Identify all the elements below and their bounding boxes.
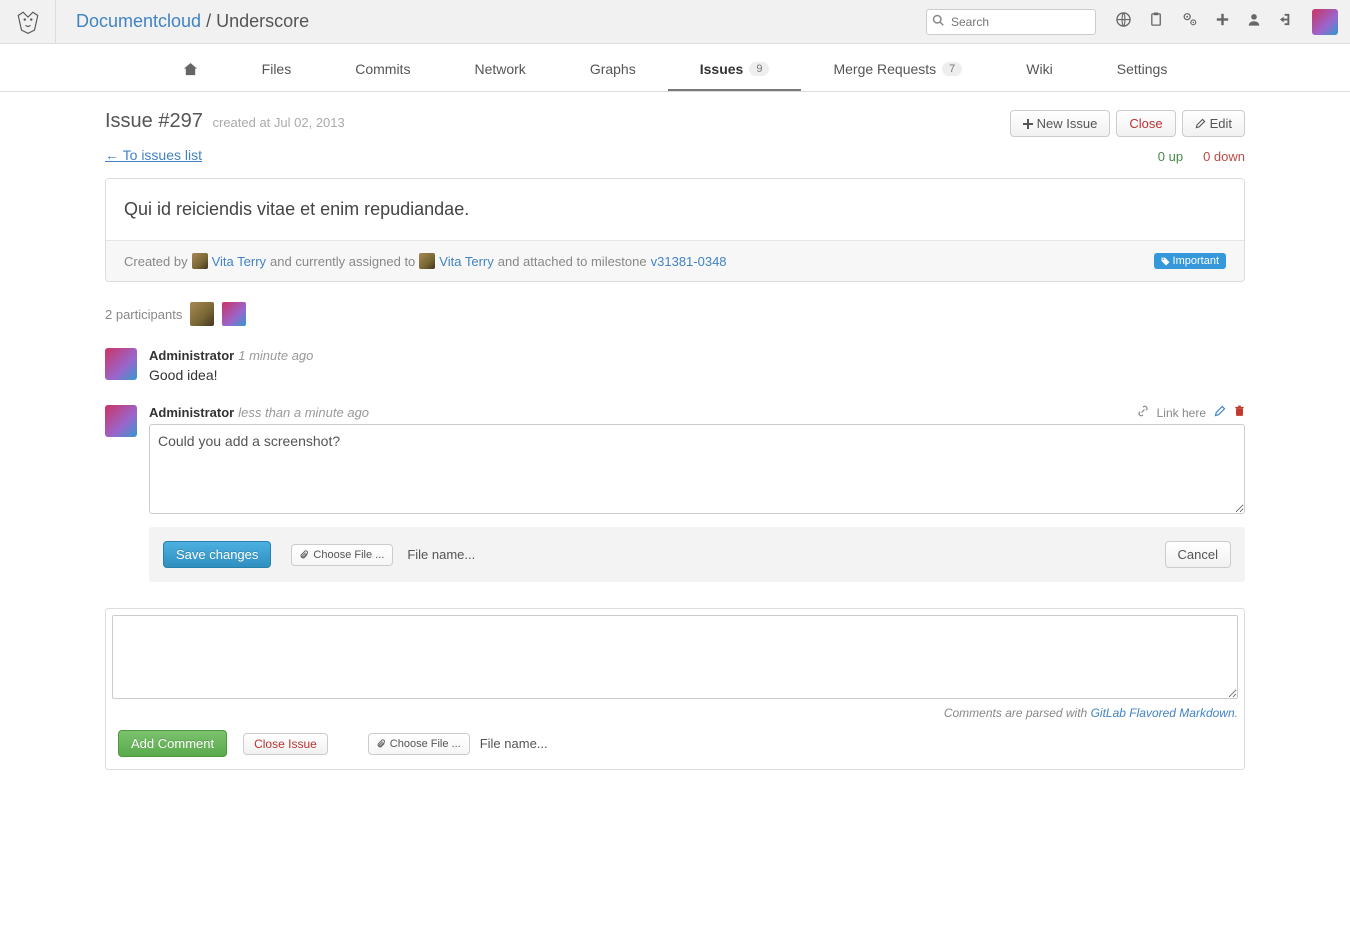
tanuki-icon	[15, 9, 41, 35]
topbar: Documentcloud / Underscore	[0, 0, 1350, 44]
tab-settings[interactable]: Settings	[1085, 61, 1200, 91]
note-avatar	[105, 405, 137, 437]
note-time: 1 minute ago	[238, 348, 313, 363]
issue-subheader: Created by Vita Terry and currently assi…	[106, 240, 1244, 281]
cogs-icon[interactable]	[1182, 12, 1198, 31]
tab-issues[interactable]: Issues 9	[668, 61, 802, 91]
clipboard-icon[interactable]	[1149, 12, 1164, 31]
issue-box: Qui id reiciendis vitae et enim repudian…	[105, 178, 1245, 282]
participants-label: 2 participants	[105, 307, 182, 322]
issue-author[interactable]: Vita Terry	[212, 254, 266, 269]
user-icon[interactable]	[1247, 12, 1261, 31]
edit-action-bar: Save changes Choose File ... File name..…	[149, 527, 1245, 582]
author-avatar	[192, 253, 208, 269]
paperclip-icon	[300, 550, 309, 560]
issue-tag: Important	[1154, 253, 1226, 269]
close-button[interactable]: Close	[1116, 110, 1175, 137]
navbar: Files Commits Network Graphs Issues 9 Me…	[0, 44, 1350, 92]
close-issue-button[interactable]: Close Issue	[243, 733, 328, 755]
link-icon[interactable]	[1137, 405, 1149, 420]
avatar[interactable]	[1312, 9, 1338, 35]
tab-network[interactable]: Network	[442, 61, 557, 91]
link-here[interactable]: Link here	[1157, 406, 1206, 420]
paperclip-icon	[377, 739, 386, 749]
trash-icon[interactable]	[1234, 405, 1245, 420]
search-box	[926, 9, 1096, 35]
note: Administrator 1 minute ago Good idea!	[105, 348, 1245, 383]
globe-icon[interactable]	[1116, 12, 1131, 31]
back-to-issues-link[interactable]: ← To issues list	[105, 147, 202, 163]
search-input[interactable]	[926, 9, 1096, 35]
assignee-avatar	[419, 253, 435, 269]
note-editing: Administrator less than a minute ago Lin…	[105, 405, 1245, 582]
add-comment-button[interactable]: Add Comment	[118, 730, 227, 757]
file-name-label: File name...	[480, 736, 548, 751]
signout-icon[interactable]	[1279, 12, 1294, 31]
breadcrumb: Documentcloud / Underscore	[76, 11, 309, 32]
issue-created-at: created at Jul 02, 2013	[212, 115, 344, 130]
participants: 2 participants	[105, 302, 1245, 326]
pencil-icon	[1195, 118, 1206, 129]
note-author[interactable]: Administrator	[149, 405, 234, 420]
breadcrumb-project[interactable]: Underscore	[216, 11, 309, 31]
choose-file-button[interactable]: Choose File ...	[291, 544, 393, 566]
participant-avatar[interactable]	[190, 302, 214, 326]
plus-icon[interactable]	[1216, 13, 1229, 30]
new-issue-button[interactable]: New Issue	[1010, 110, 1111, 137]
note-avatar	[105, 348, 137, 380]
search-icon	[932, 14, 944, 29]
note-text: Good idea!	[149, 367, 1245, 383]
note-actions: Link here	[1137, 405, 1245, 420]
breadcrumb-group[interactable]: Documentcloud	[76, 11, 201, 31]
markdown-link[interactable]: GitLab Flavored Markdown	[1091, 706, 1235, 720]
edit-button[interactable]: Edit	[1182, 110, 1245, 137]
votes: 0 up 0 down	[105, 149, 1245, 164]
issue-milestone[interactable]: v31381-0348	[651, 254, 727, 269]
issues-count-badge: 9	[749, 62, 769, 76]
tab-issues-label: Issues	[700, 61, 744, 77]
markdown-hint: Comments are parsed with GitLab Flavored…	[112, 706, 1238, 720]
participant-avatar[interactable]	[222, 302, 246, 326]
top-icons	[1116, 9, 1338, 35]
issue-number: Issue #297	[105, 110, 203, 132]
note-author[interactable]: Administrator	[149, 348, 234, 363]
tab-merge-requests[interactable]: Merge Requests 7	[801, 61, 994, 91]
comment-textarea[interactable]	[112, 615, 1238, 699]
cancel-button[interactable]: Cancel	[1165, 541, 1231, 568]
note-edit-textarea[interactable]	[149, 424, 1245, 514]
tab-commits[interactable]: Commits	[323, 61, 442, 91]
issue-title: Qui id reiciendis vitae et enim repudian…	[106, 179, 1244, 240]
tab-wiki[interactable]: Wiki	[994, 61, 1084, 91]
plus-icon	[1023, 119, 1033, 129]
tab-files[interactable]: Files	[230, 61, 324, 91]
pencil-icon[interactable]	[1214, 405, 1226, 420]
comment-block: Comments are parsed with GitLab Flavored…	[105, 608, 1245, 770]
home-icon	[183, 62, 198, 77]
file-name-label: File name...	[407, 547, 475, 562]
tab-graphs[interactable]: Graphs	[558, 61, 668, 91]
save-changes-button[interactable]: Save changes	[163, 541, 271, 568]
choose-file-button[interactable]: Choose File ...	[368, 733, 470, 755]
breadcrumb-sep: /	[206, 11, 216, 31]
issue-header: Issue #297 created at Jul 02, 2013 New I…	[105, 110, 1245, 137]
merge-count-badge: 7	[942, 62, 962, 76]
tab-home[interactable]	[151, 62, 230, 91]
note-time: less than a minute ago	[238, 405, 369, 420]
logo[interactable]	[0, 0, 56, 44]
issue-assignee[interactable]: Vita Terry	[439, 254, 493, 269]
votes-up: 0 up	[1158, 149, 1183, 164]
tag-icon	[1161, 257, 1170, 266]
page: Issue #297 created at Jul 02, 2013 New I…	[105, 92, 1245, 810]
votes-down: 0 down	[1203, 149, 1245, 164]
tab-merge-label: Merge Requests	[833, 61, 936, 77]
